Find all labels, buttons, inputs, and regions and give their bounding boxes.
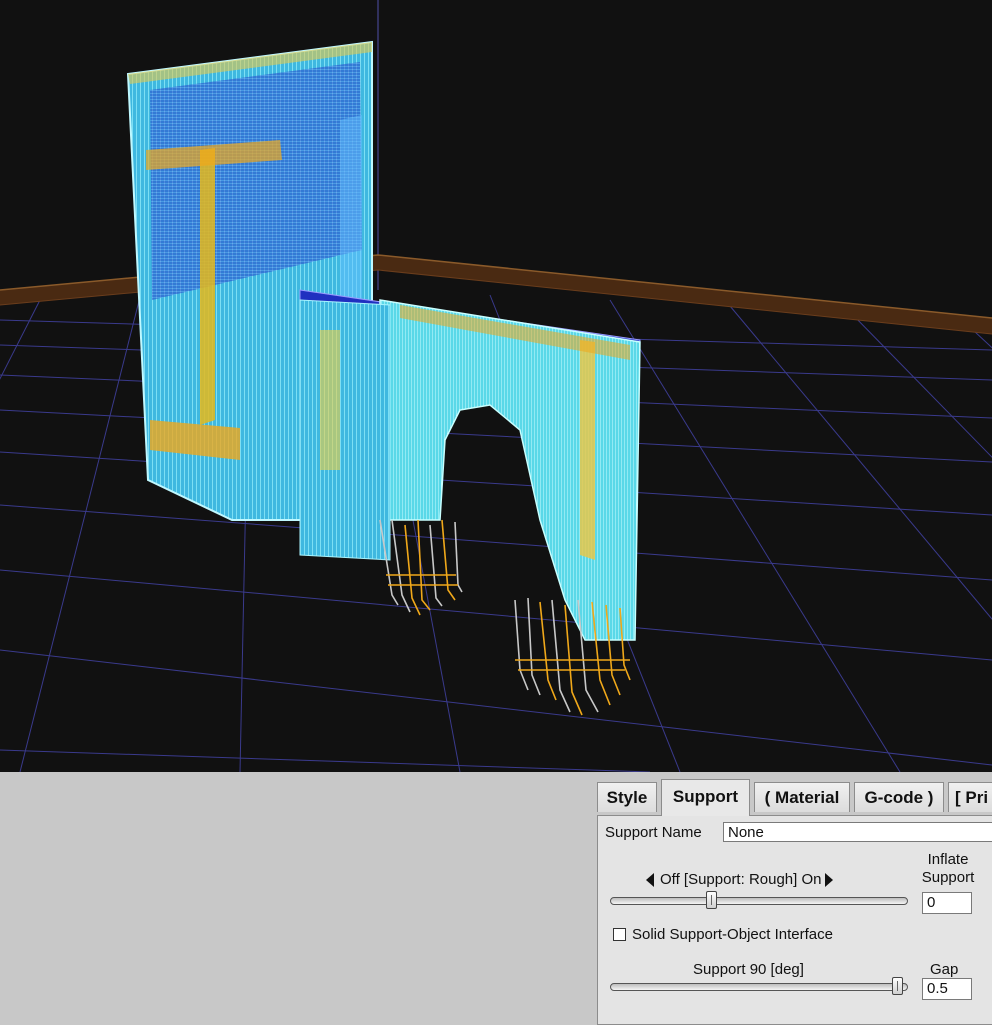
tab-style[interactable]: Style: [597, 782, 657, 812]
support-name-label: Support Name: [605, 824, 702, 841]
solid-interface-checkbox[interactable]: [613, 928, 626, 941]
model-arch-panel: [299, 289, 641, 641]
support-angle-slider-track[interactable]: [610, 983, 908, 991]
increase-arrow-icon[interactable]: [825, 873, 834, 888]
3d-viewport[interactable]: [0, 0, 992, 772]
support-mode-label: Off [Support: Rough] On: [660, 871, 822, 888]
support-tab-panel: Support Name None Off [Support: Rough] O…: [597, 815, 992, 1025]
tab-material[interactable]: ( Material: [754, 782, 850, 812]
tab-printer[interactable]: [ Pri: [948, 782, 992, 812]
solid-interface-label: Solid Support-Object Interface: [632, 926, 833, 943]
tab-support[interactable]: Support: [661, 779, 750, 816]
tab-gcode[interactable]: G-code ): [854, 782, 944, 812]
support-angle-slider-thumb[interactable]: [892, 977, 903, 995]
settings-panel: Style Support ( Material G-code ) [ Pri …: [597, 779, 992, 1025]
decrease-arrow-icon[interactable]: [646, 873, 654, 888]
gap-label: Gap: [930, 961, 959, 978]
inflate-label: Inflate: [927, 851, 969, 868]
inflate-support-input[interactable]: 0: [922, 892, 972, 914]
support-name-input[interactable]: None: [723, 822, 992, 842]
support-angle-label: Support 90 [deg]: [693, 961, 804, 978]
scene-canvas: [0, 0, 992, 772]
support-mode-slider-thumb[interactable]: [706, 891, 717, 909]
inflate-support-label: Support: [921, 869, 975, 886]
support-mode-label-row: Off [Support: Rough] On: [646, 871, 834, 888]
bottom-area: Style Support ( Material G-code ) [ Pri …: [0, 772, 992, 1025]
support-mode-slider-track[interactable]: [610, 897, 908, 905]
gap-input[interactable]: 0.5: [922, 978, 972, 1000]
